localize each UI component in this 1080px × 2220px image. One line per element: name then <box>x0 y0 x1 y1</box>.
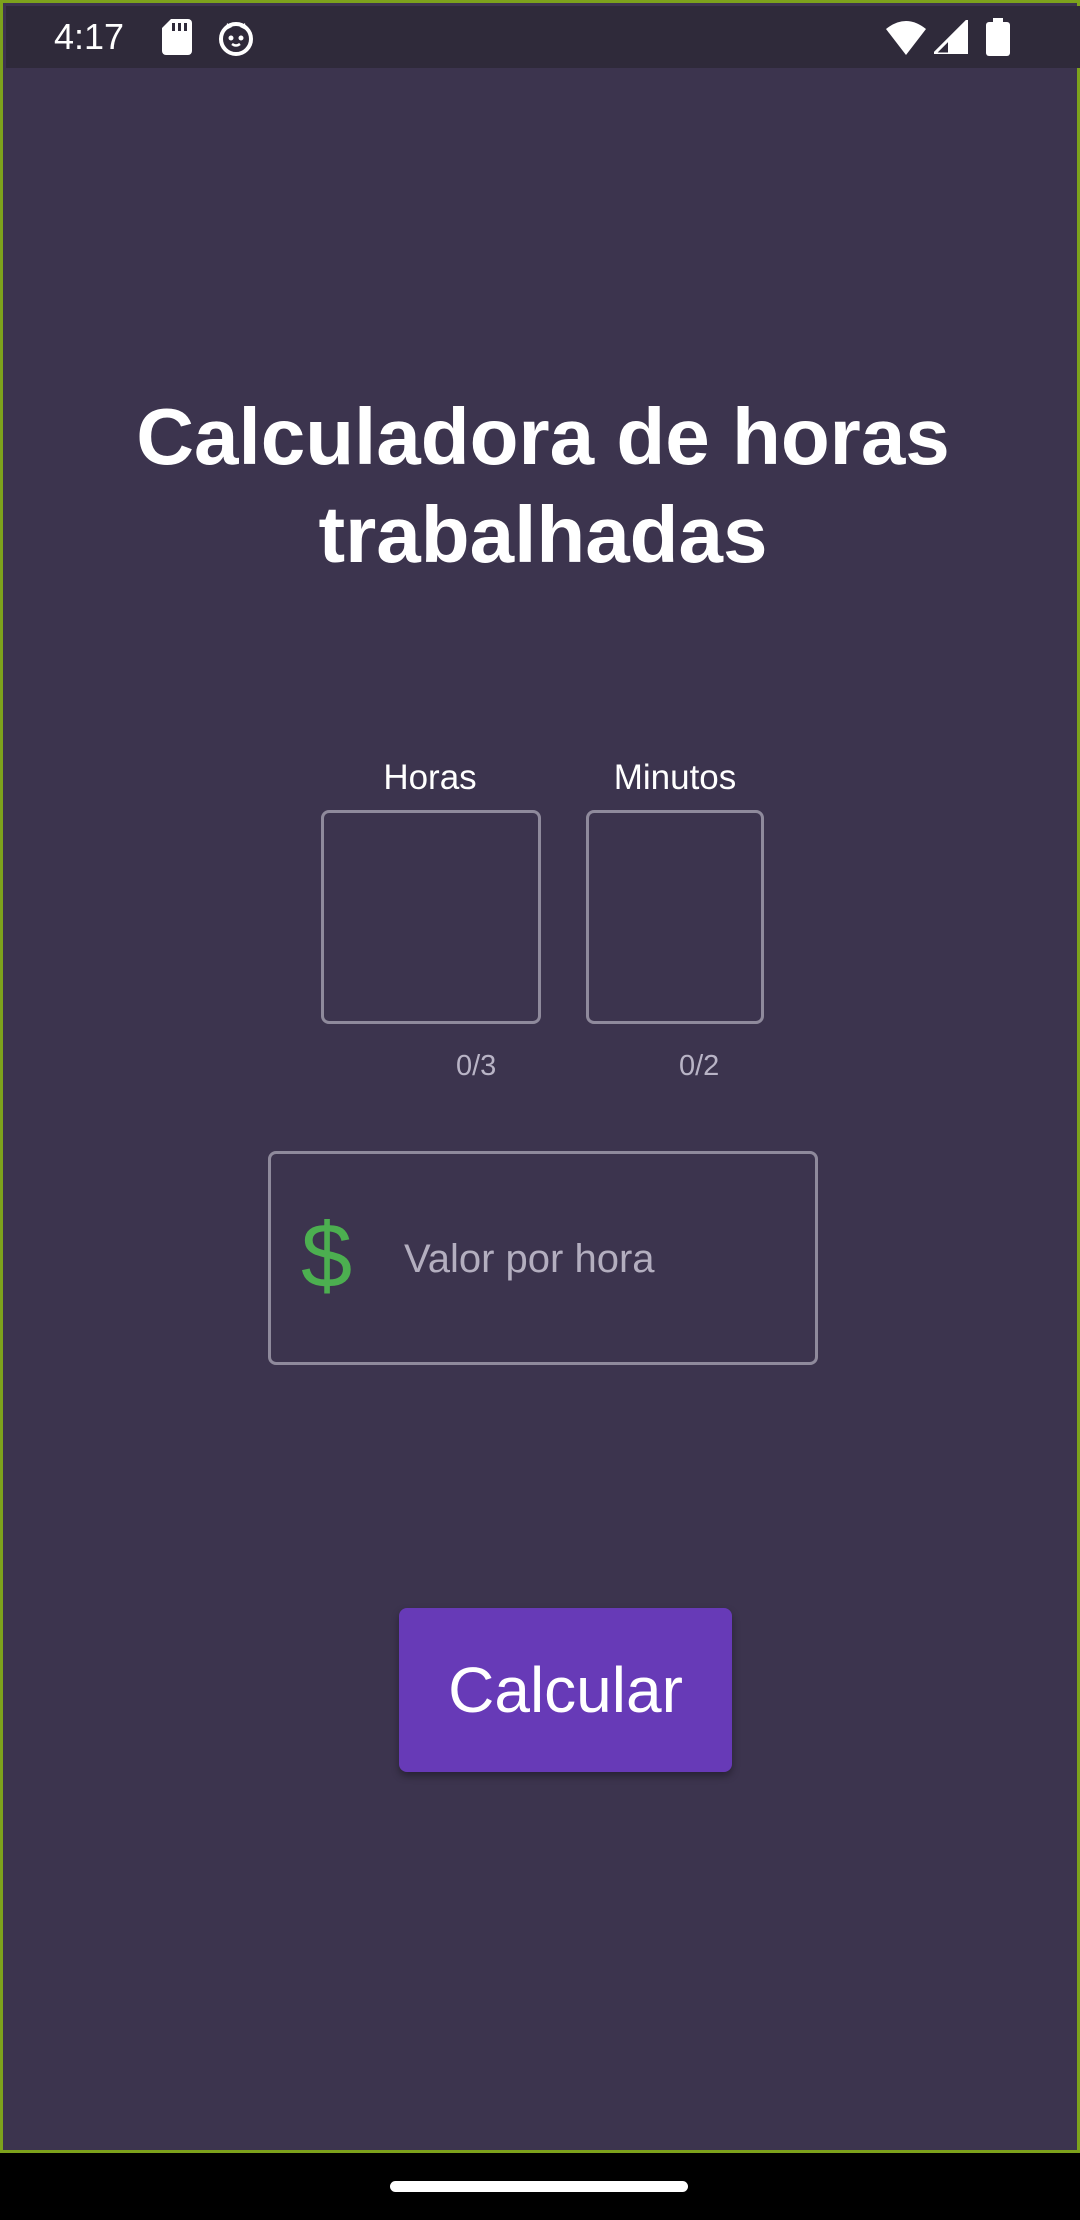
page-title: Calculadora de horas trabalhadas <box>136 392 950 579</box>
status-bar: 4:17 <box>6 6 1080 68</box>
app-screen: 4:17 Calculadora de horas trabalhadas Ho… <box>0 0 1080 2153</box>
signal-icon <box>934 20 968 54</box>
home-gesture-handle[interactable] <box>390 2181 688 2192</box>
cat-notification-icon <box>219 22 253 56</box>
hours-label: Horas <box>383 758 477 797</box>
calculate-button[interactable]: Calcular <box>399 1608 732 1772</box>
hours-input[interactable] <box>321 810 541 1024</box>
hours-char-counter: 0/3 <box>456 1050 497 1082</box>
sd-card-icon <box>162 19 192 55</box>
hourly-rate-input[interactable]: $ Valor por hora <box>268 1151 818 1365</box>
minutes-label: Minutos <box>613 758 737 797</box>
wifi-icon <box>886 21 926 55</box>
dollar-icon: $ <box>301 1205 353 1307</box>
minutes-input[interactable] <box>586 810 764 1024</box>
status-time: 4:17 <box>54 16 125 57</box>
hourly-rate-placeholder: Valor por hora <box>404 1237 655 1281</box>
minutes-char-counter: 0/2 <box>679 1050 720 1082</box>
battery-icon <box>986 18 1010 56</box>
